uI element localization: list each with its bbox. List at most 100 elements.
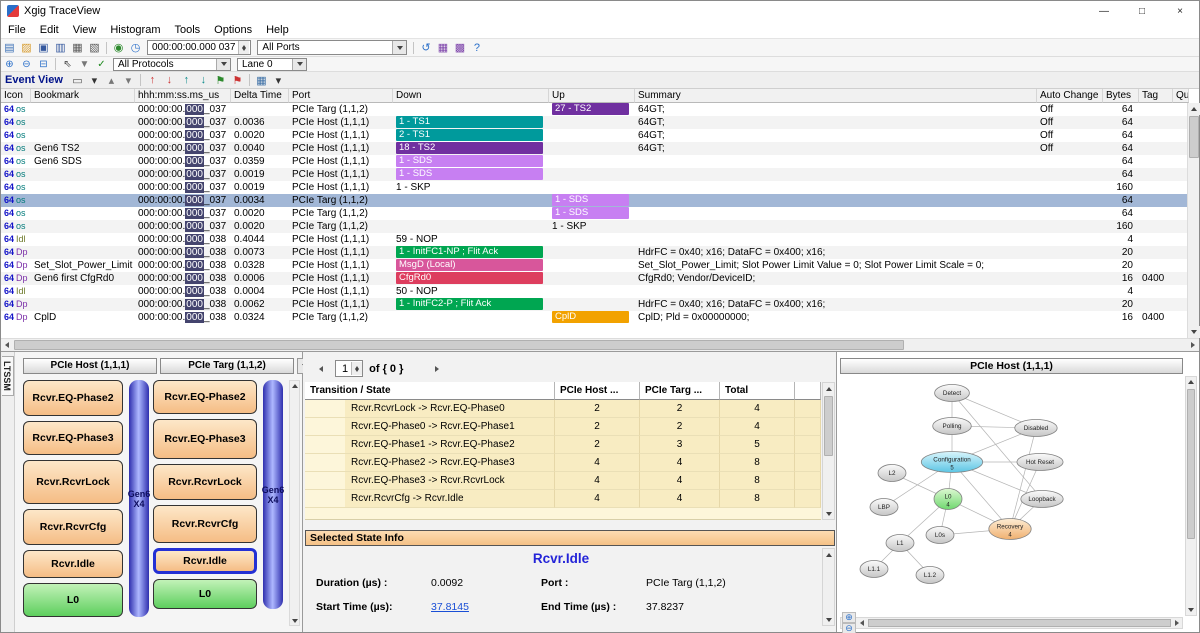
trace-row[interactable]: 64DpGen6 first CfgRd0000:00:00.000_0380.… [1,272,1189,285]
column-header-icon[interactable]: Icon [1,89,31,103]
dropdown-icon[interactable]: ▾ [86,73,103,88]
save-all-icon[interactable]: ▥ [52,40,69,55]
state-node-l1-1[interactable]: L1.1 [860,561,888,578]
transition-column-transition-state[interactable]: Transition / State [305,382,555,400]
transition-row[interactable]: Rcvr.EQ-Phase3 -> Rcvr.RcvrLock448 [305,472,821,490]
open-folder-icon[interactable]: ▨ [18,40,35,55]
filter-icon[interactable]: ▼ [76,58,93,71]
export-icon[interactable]: ▧ [86,40,103,55]
scroll-down-icon[interactable] [1188,326,1200,338]
state-node-l0[interactable]: L04 [934,489,962,510]
transition-row[interactable]: Rcvr.EQ-Phase0 -> Rcvr.EQ-Phase1224 [305,418,821,436]
state-node-l0s[interactable]: L0s [926,527,954,544]
state-node-hot-reset[interactable]: Hot Reset [1017,454,1063,471]
ltssm-state-l0[interactable]: L0 [153,579,257,609]
column-header-auto-change[interactable]: Auto Change [1037,89,1103,103]
prev-error-icon[interactable]: ↑ [144,73,161,88]
next-error-icon[interactable]: ↓ [161,73,178,88]
time-spinner[interactable] [238,41,249,54]
prev-trigger-icon[interactable]: ↑ [178,73,195,88]
window-purple-icon[interactable]: ▦ [434,40,451,55]
capture-icon[interactable]: ◉ [110,40,127,55]
menu-tools[interactable]: Tools [167,21,207,39]
help-icon[interactable]: ? [468,40,485,55]
scroll-down-icon[interactable] [823,614,834,625]
menu-view[interactable]: View [66,21,104,39]
refresh-icon[interactable]: ↺ [417,40,434,55]
ltssm-vscrollbar[interactable] [289,380,300,626]
menu-edit[interactable]: Edit [33,21,66,39]
column-header-bookmark[interactable]: Bookmark [31,89,135,103]
state-node-disabled[interactable]: Disabled [1015,420,1057,437]
ltssm-state-rcvr-idle[interactable]: Rcvr.Idle [153,548,257,574]
transition-row[interactable]: Rcvr.EQ-Phase1 -> Rcvr.EQ-Phase2235 [305,436,821,454]
scroll-up-icon[interactable] [823,383,834,394]
trace-row[interactable]: 64osGen6 TS2000:00:00.000_0370.0040PCIe … [1,142,1189,155]
trace-row[interactable]: 64DpSet_Slot_Power_Limit000:00:00.000_03… [1,259,1189,272]
start-time-link[interactable]: 37.8145 [431,601,469,613]
scroll-left-icon[interactable] [1,339,13,351]
state-node-recovery[interactable]: Recovery4 [989,519,1031,540]
state-node-loopback[interactable]: Loopback [1021,491,1063,508]
select-icon[interactable]: ⇖ [59,58,76,71]
column-header-delta-time[interactable]: Delta Time [231,89,289,103]
save-icon[interactable]: ▣ [35,40,52,55]
ltssm-state-rcvr-eq-phase2[interactable]: Rcvr.EQ-Phase2 [23,380,123,416]
column-header-tag[interactable]: Tag [1139,89,1173,103]
columns-icon[interactable]: ▦ [253,73,270,88]
scroll-down-icon[interactable] [1186,605,1196,615]
window-purple2-icon[interactable]: ▩ [451,40,468,55]
close-button[interactable]: × [1161,1,1199,21]
state-node-polling[interactable]: Polling [933,418,972,435]
trace-row[interactable]: 64os000:00:00.000_0370.0020PCIe Host (1,… [1,129,1189,142]
page-spinner[interactable]: 1 [335,360,363,377]
trace-row[interactable]: 64Idl000:00:00.000_0380.4044PCIe Host (1… [1,233,1189,246]
zoom-out-icon[interactable]: ⊖ [842,623,856,633]
transition-column-pcie-targ-[interactable]: PCIe Targ ... [640,382,720,400]
transition-row[interactable]: Rcvr.RcvrLock -> Rcvr.EQ-Phase0224 [305,400,821,418]
zoom-out-icon[interactable]: ⊖ [18,58,35,71]
trace-row[interactable]: 64os000:00:00.000_0370.0019PCIe Host (1,… [1,181,1189,194]
state-node-l1-2[interactable]: L1.2 [916,567,944,584]
columns-dropdown-icon[interactable]: ▾ [270,73,287,88]
ltssm-host-header[interactable]: PCIe Host (1,1,1) [23,358,157,374]
zoom-fit-icon[interactable]: ⊟ [35,58,52,71]
transition-column-pcie-host-[interactable]: PCIe Host ... [555,382,640,400]
column-header-bytes[interactable]: Bytes [1103,89,1139,103]
diagram-vscrollbar[interactable] [1185,376,1197,616]
scroll-up-icon[interactable] [1188,103,1200,115]
minimize-button[interactable]: — [1085,1,1123,21]
ltssm-state-rcvr-idle[interactable]: Rcvr.Idle [23,550,123,578]
trace-row[interactable]: 64os000:00:00.000_0370.0020PCIe Targ (1,… [1,207,1189,220]
trace-hscrollbar[interactable] [1,338,1199,351]
scrollbar-thumb[interactable] [1189,116,1199,158]
scroll-up-icon[interactable] [290,381,299,390]
trace-row[interactable]: 64os000:00:00.000_0370.0020PCIe Targ (1,… [1,220,1189,233]
state-node-configuration[interactable]: Configuration5 [921,452,982,473]
info-vscrollbar[interactable] [822,548,835,626]
zoom-in-icon[interactable]: ⊕ [842,612,856,623]
scroll-right-icon[interactable] [1175,620,1179,626]
trace-row[interactable]: 64DpCplD000:00:00.000_0380.0324PCIe Targ… [1,311,1189,324]
ltssm-state-rcvr-eq-phase3[interactable]: Rcvr.EQ-Phase3 [23,421,123,455]
trace-row[interactable]: 64Dp000:00:00.000_0380.0062PCIe Host (1,… [1,298,1189,311]
scroll-up-icon[interactable] [823,549,834,560]
trace-row[interactable]: 64os000:00:00.000_0370.0034PCIe Targ (1,… [1,194,1189,207]
ltssm-diagram[interactable]: Detect Polling Disabled Configuration5 Hot R… [840,376,1186,618]
ltssm-state-rcvr-eq-phase2[interactable]: Rcvr.EQ-Phase2 [153,380,257,414]
flag-red-icon[interactable]: ⚑ [229,73,246,88]
zoom-in-icon[interactable]: ⊕ [1,58,18,71]
column-header-down[interactable]: Down [393,89,549,103]
state-node-lbp[interactable]: LBP [870,499,898,516]
ltssm-state-rcvr-rcvrcfg[interactable]: Rcvr.RcvrCfg [23,509,123,545]
ltssm-targ-header[interactable]: PCIe Targ (1,1,2) [160,358,294,374]
ltssm-state-rcvr-rcvrcfg[interactable]: Rcvr.RcvrCfg [153,505,257,543]
scroll-up-icon[interactable] [1186,377,1196,387]
state-node-detect[interactable]: Detect [935,385,970,402]
protocols-dropdown[interactable]: All Protocols [113,58,231,71]
menu-help[interactable]: Help [259,21,296,39]
flag-green-icon[interactable]: ⚑ [212,73,229,88]
next-trigger-icon[interactable]: ↓ [195,73,212,88]
scrollbar-thumb[interactable] [868,619,1171,627]
scrollbar-thumb[interactable] [824,396,833,456]
